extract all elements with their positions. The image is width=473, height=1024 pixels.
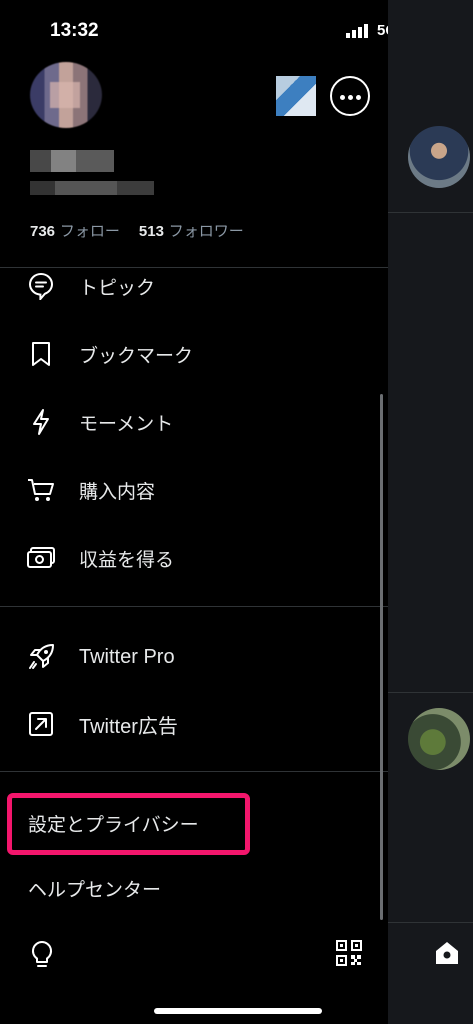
home-icon[interactable] [434,940,460,966]
other-account-avatar[interactable] [276,76,316,116]
following-link[interactable]: 736 フォロー [30,222,120,240]
rocket-icon [26,642,56,672]
money-icon [26,543,56,573]
menu-item-settings-privacy[interactable]: 設定とプライバシー [28,810,199,837]
scrollbar[interactable] [380,394,383,920]
qr-code-icon[interactable] [336,940,362,966]
follow-stats: 736 フォロー 513 フォロワー [30,220,244,241]
divider [0,606,388,607]
more-accounts-button[interactable] [330,76,370,116]
external-link-icon [26,709,56,739]
divider [388,692,473,693]
display-name-redacted [30,150,114,172]
lightbulb-icon[interactable] [29,940,55,970]
menu-item-purchases[interactable]: 購入内容 [0,462,388,518]
cart-icon [26,475,56,505]
menu-item-moments[interactable]: モーメント [0,394,388,450]
signal-icon [346,24,368,38]
divider [388,212,473,213]
menu-item-twitter-ads[interactable]: Twitter広告 [0,696,388,752]
menu-item-help-center[interactable]: ヘルプセンター [28,875,161,902]
timeline-avatar[interactable] [408,708,470,770]
menu-item-topics[interactable]: トピック [0,258,388,314]
status-time: 13:32 [50,20,99,41]
followers-link[interactable]: 513 フォロワー [139,222,244,240]
menu-item-monetization[interactable]: 収益を得る [0,530,388,586]
topics-icon [26,271,56,301]
timeline-avatar[interactable] [408,126,470,188]
home-indicator[interactable] [154,1008,322,1014]
username-redacted [30,181,154,195]
menu-item-twitter-pro[interactable]: Twitter Pro [0,629,388,685]
divider [388,922,473,923]
navigation-drawer: 13:32 5G 736 フォロー 513 フォロワー トピック ブックマーク [0,0,440,1024]
bookmark-icon [26,339,56,369]
timeline-peek[interactable] [388,0,473,1024]
lightning-icon [26,407,56,437]
profile-avatar[interactable] [30,62,102,128]
menu-item-bookmarks[interactable]: ブックマーク [0,326,388,382]
divider [0,771,388,772]
